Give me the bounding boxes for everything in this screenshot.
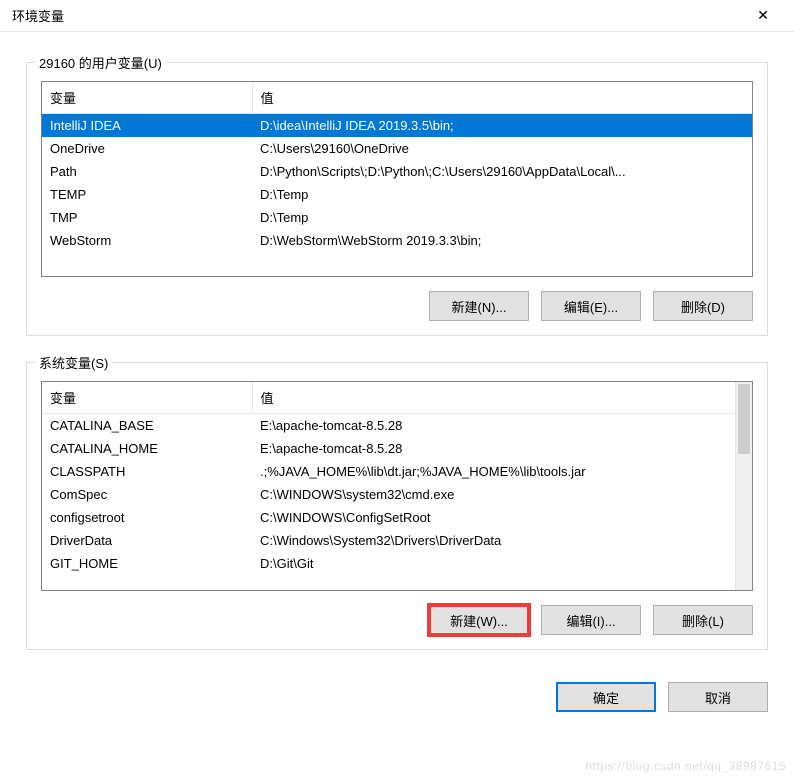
system-variables-group: 系统变量(S) 变量 值 CATALINA_BASEE:\apache-tomc… xyxy=(26,362,768,650)
system-button-row: 新建(W)... 编辑(I)... 删除(L) xyxy=(41,605,753,635)
cell-variable: IntelliJ IDEA xyxy=(42,114,252,138)
ok-button[interactable]: 确定 xyxy=(556,682,656,712)
cell-variable: OneDrive xyxy=(42,137,252,160)
system-variables-table-wrap[interactable]: 变量 值 CATALINA_BASEE:\apache-tomcat-8.5.2… xyxy=(41,381,753,591)
dialog-content: 29160 的用户变量(U) 变量 值 IntelliJ IDEAD:\idea… xyxy=(0,32,794,662)
cell-variable: TMP xyxy=(42,206,252,229)
table-row[interactable]: ComSpecC:\WINDOWS\system32\cmd.exe xyxy=(42,483,735,506)
user-variables-table: 变量 值 IntelliJ IDEAD:\idea\IntelliJ IDEA … xyxy=(42,82,752,252)
cell-variable: WebStorm xyxy=(42,229,252,252)
cell-variable: TEMP xyxy=(42,183,252,206)
cell-variable: CATALINA_HOME xyxy=(42,437,252,460)
table-row[interactable]: TEMPD:\Temp xyxy=(42,183,752,206)
close-icon[interactable]: ✕ xyxy=(740,0,786,32)
cell-variable: Path xyxy=(42,160,252,183)
watermark: https://blog.csdn.net/qq_38987615 xyxy=(585,759,786,773)
cell-value: E:\apache-tomcat-8.5.28 xyxy=(252,437,735,460)
cell-variable: configsetroot xyxy=(42,506,252,529)
table-row[interactable]: TMPD:\Temp xyxy=(42,206,752,229)
cell-variable: GIT_HOME xyxy=(42,552,252,575)
table-row[interactable]: CATALINA_BASEE:\apache-tomcat-8.5.28 xyxy=(42,414,735,438)
cancel-button[interactable]: 取消 xyxy=(668,682,768,712)
table-row[interactable]: CATALINA_HOMEE:\apache-tomcat-8.5.28 xyxy=(42,437,735,460)
user-button-row: 新建(N)... 编辑(E)... 删除(D) xyxy=(41,291,753,321)
system-variables-table: 变量 值 CATALINA_BASEE:\apache-tomcat-8.5.2… xyxy=(42,382,735,575)
user-variables-table-wrap[interactable]: 变量 值 IntelliJ IDEAD:\idea\IntelliJ IDEA … xyxy=(41,81,753,277)
system-col-value[interactable]: 值 xyxy=(252,382,735,414)
dialog-button-row: 确定 取消 xyxy=(0,662,794,712)
user-delete-button[interactable]: 删除(D) xyxy=(653,291,753,321)
titlebar: 环境变量 ✕ xyxy=(0,0,794,32)
cell-value: C:\WINDOWS\system32\cmd.exe xyxy=(252,483,735,506)
table-row[interactable]: GIT_HOMED:\Git\Git xyxy=(42,552,735,575)
system-variables-label: 系统变量(S) xyxy=(35,353,112,372)
user-col-variable[interactable]: 变量 xyxy=(42,82,252,114)
cell-value: D:\Temp xyxy=(252,206,752,229)
table-row[interactable]: CLASSPATH.;%JAVA_HOME%\lib\dt.jar;%JAVA_… xyxy=(42,460,735,483)
user-col-value[interactable]: 值 xyxy=(252,82,752,114)
table-row[interactable]: OneDriveC:\Users\29160\OneDrive xyxy=(42,137,752,160)
cell-value: D:\Python\Scripts\;D:\Python\;C:\Users\2… xyxy=(252,160,752,183)
table-row[interactable]: DriverDataC:\Windows\System32\Drivers\Dr… xyxy=(42,529,735,552)
table-row[interactable]: PathD:\Python\Scripts\;D:\Python\;C:\Use… xyxy=(42,160,752,183)
user-new-button[interactable]: 新建(N)... xyxy=(429,291,529,321)
cell-value: C:\Windows\System32\Drivers\DriverData xyxy=(252,529,735,552)
user-variables-label: 29160 的用户变量(U) xyxy=(35,53,166,72)
user-edit-button[interactable]: 编辑(E)... xyxy=(541,291,641,321)
cell-value: C:\WINDOWS\ConfigSetRoot xyxy=(252,506,735,529)
system-edit-button[interactable]: 编辑(I)... xyxy=(541,605,641,635)
system-scrollbar-thumb[interactable] xyxy=(738,384,750,454)
dialog-title: 环境变量 xyxy=(12,6,740,25)
table-row[interactable]: WebStormD:\WebStorm\WebStorm 2019.3.3\bi… xyxy=(42,229,752,252)
cell-value: .;%JAVA_HOME%\lib\dt.jar;%JAVA_HOME%\lib… xyxy=(252,460,735,483)
cell-variable: CATALINA_BASE xyxy=(42,414,252,438)
cell-value: D:\idea\IntelliJ IDEA 2019.3.5\bin; xyxy=(252,114,752,138)
cell-variable: DriverData xyxy=(42,529,252,552)
table-row[interactable]: configsetrootC:\WINDOWS\ConfigSetRoot xyxy=(42,506,735,529)
cell-value: D:\Temp xyxy=(252,183,752,206)
cell-value: D:\WebStorm\WebStorm 2019.3.3\bin; xyxy=(252,229,752,252)
system-delete-button[interactable]: 删除(L) xyxy=(653,605,753,635)
cell-variable: CLASSPATH xyxy=(42,460,252,483)
cell-variable: ComSpec xyxy=(42,483,252,506)
cell-value: C:\Users\29160\OneDrive xyxy=(252,137,752,160)
user-variables-group: 29160 的用户变量(U) 变量 值 IntelliJ IDEAD:\idea… xyxy=(26,62,768,336)
cell-value: D:\Git\Git xyxy=(252,552,735,575)
system-new-button[interactable]: 新建(W)... xyxy=(429,605,529,635)
system-col-variable[interactable]: 变量 xyxy=(42,382,252,414)
cell-value: E:\apache-tomcat-8.5.28 xyxy=(252,414,735,438)
table-row[interactable]: IntelliJ IDEAD:\idea\IntelliJ IDEA 2019.… xyxy=(42,114,752,138)
system-scrollbar[interactable] xyxy=(735,382,752,590)
